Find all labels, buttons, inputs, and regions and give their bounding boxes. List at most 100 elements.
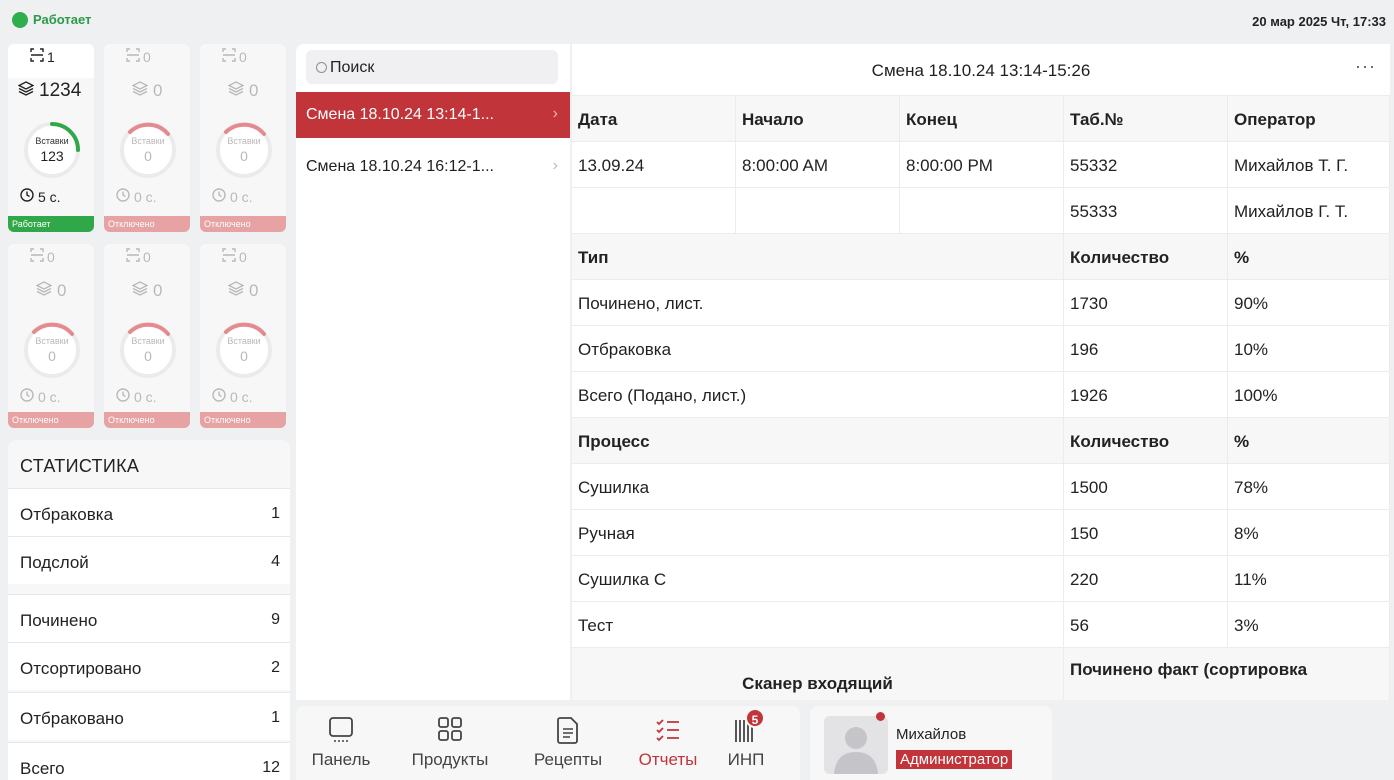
section-header: Тип xyxy=(572,234,1064,280)
shift-item[interactable]: Смена 18.10.24 16:12-1... › xyxy=(296,144,570,190)
stat-value: 1 xyxy=(271,505,280,522)
column-header: Оператор xyxy=(1228,96,1390,142)
scanner-icon xyxy=(222,48,236,65)
machine-state-badge: Отключено xyxy=(104,216,190,232)
gauge-value: 0 xyxy=(144,148,152,164)
table-cell: Михайлов Г. Т. xyxy=(1228,188,1390,234)
machine-tile[interactable]: 00 Вставки 0 0 с. Отключено xyxy=(8,244,94,428)
table-cell: Сушилка xyxy=(572,464,1064,510)
search-icon xyxy=(316,62,327,73)
machine-state-badge: Отключено xyxy=(200,216,286,232)
sheet-count-value: 1234 xyxy=(39,80,82,101)
run-time: 5 с. xyxy=(20,188,61,205)
run-time: 0 с. xyxy=(20,388,61,405)
status-indicator-icon xyxy=(12,12,28,28)
layers-icon xyxy=(17,80,35,102)
machine-tile[interactable]: 1 1234 Вставки 123 5 с. Работает xyxy=(8,44,94,232)
sheet-count: 0 xyxy=(227,280,258,301)
nav-label: Отчеты xyxy=(638,750,698,769)
nav-label: ИНП xyxy=(727,750,765,769)
machine-tile[interactable]: 00 Вставки 0 0 с. Отключено xyxy=(104,244,190,428)
table-cell: Отбраковка xyxy=(572,326,1064,372)
statistics-panel: СТАТИСТИКА Отбраковка 1 Подслой 4 Починено 9 О… xyxy=(8,440,290,780)
machine-tile[interactable]: 00 Вставки 0 0 с. Отключено xyxy=(200,244,286,428)
scanner-count: 1 xyxy=(30,48,55,65)
nav-item[interactable]: Рецепты xyxy=(520,716,616,780)
nav-item[interactable]: Продукты xyxy=(402,716,498,780)
panel-icon xyxy=(328,716,354,744)
barcode-icon: 5 xyxy=(733,708,765,744)
run-time-value: 0 с. xyxy=(230,188,253,205)
table-cell: 100% xyxy=(1228,372,1390,418)
report-header: Смена 18.10.24 13:14-15:26 ··· xyxy=(572,44,1390,96)
search-input[interactable]: Поиск xyxy=(306,50,558,84)
table-cell: 56 xyxy=(1064,602,1228,648)
scanner-icon xyxy=(126,48,140,65)
gauge-label: Вставки xyxy=(131,136,165,146)
table-cell: Михайлов Т. Г. xyxy=(1228,142,1390,188)
stat-label: Отсортировано xyxy=(20,659,142,678)
scanner-value: 0 xyxy=(47,248,55,265)
table-cell: Всего (Подано, лист.) xyxy=(572,372,1064,418)
table-cell: Ручная xyxy=(572,510,1064,556)
layers-icon xyxy=(131,80,149,101)
sheet-count-value: 0 xyxy=(153,280,163,300)
table-cell: 1926 xyxy=(1064,372,1228,418)
gauge-value: 0 xyxy=(240,348,248,364)
table-cell: 196 xyxy=(1064,326,1228,372)
table-cell xyxy=(572,188,736,234)
table-cell: 11% xyxy=(1228,556,1390,602)
scanner-value: 0 xyxy=(143,48,151,65)
scanner-value: 0 xyxy=(239,48,247,65)
table-cell: 55332 xyxy=(1064,142,1228,188)
table-cell: Сушилка С xyxy=(572,556,1064,602)
table-cell: 10% xyxy=(1228,326,1390,372)
machine-state-badge: Работает xyxy=(8,216,94,232)
stat-row: Всего 12 xyxy=(8,742,290,780)
nav-item[interactable]: 5 ИНП xyxy=(718,708,774,780)
layers-icon xyxy=(131,280,149,301)
scanner-value: 0 xyxy=(143,248,151,265)
status-text: Работает xyxy=(33,12,92,27)
machine-tile[interactable]: 00 Вставки 0 0 с. Отключено xyxy=(200,44,286,232)
sheet-count-value: 0 xyxy=(249,80,259,100)
scanner-icon xyxy=(126,248,140,265)
insert-gauge: Вставки 0 xyxy=(118,120,178,180)
stat-row: Отбраковано 1 xyxy=(8,692,290,740)
bottom-nav: Панель Продукты Рецепты Отчеты 5 ИНП xyxy=(296,706,800,780)
more-icon[interactable]: ··· xyxy=(1355,56,1376,77)
machine-tile[interactable]: 00 Вставки 0 0 с. Отключено xyxy=(104,44,190,232)
nav-item[interactable]: Панель xyxy=(306,716,376,780)
datetime: 20 мар 2025 Чт, 17:33 xyxy=(1252,14,1386,29)
scanner-count: 0 xyxy=(126,48,151,65)
table-cell: 8:00:00 PM xyxy=(900,142,1064,188)
table-cell xyxy=(900,188,1064,234)
insert-gauge: Вставки 0 xyxy=(214,120,274,180)
run-time-value: 0 с. xyxy=(230,388,253,405)
gauge-label: Вставки xyxy=(227,336,261,346)
run-time: 0 с. xyxy=(116,188,157,205)
checklist-icon xyxy=(655,716,681,744)
run-time-value: 5 с. xyxy=(38,188,61,205)
insert-gauge: Вставки 0 xyxy=(118,320,178,380)
sheet-count-value: 0 xyxy=(153,80,163,100)
column-header: Таб.№ xyxy=(1064,96,1228,142)
gauge-label: Вставки xyxy=(35,136,69,146)
nav-item[interactable]: Отчеты xyxy=(628,716,708,780)
scanner-count: 0 xyxy=(126,248,151,265)
stat-label: Починено xyxy=(20,611,98,630)
shift-item[interactable]: Смена 18.10.24 13:14-1... › xyxy=(296,92,570,138)
column-header: Начало xyxy=(736,96,900,142)
user-card[interactable]: Михайлов Администратор xyxy=(810,706,1052,780)
gauge-value: 0 xyxy=(144,348,152,364)
table-cell: 78% xyxy=(1228,464,1390,510)
notification-badge: 5 xyxy=(745,708,765,728)
stat-value: 2 xyxy=(271,659,280,676)
stat-value: 1 xyxy=(271,709,280,726)
machine-state-badge: Отключено xyxy=(8,412,94,428)
shift-label: Смена 18.10.24 16:12-1... xyxy=(306,158,494,175)
table-cell: 13.09.24 xyxy=(572,142,736,188)
table-cell: 3% xyxy=(1228,602,1390,648)
section-header: % xyxy=(1228,418,1390,464)
sheet-count: 0 xyxy=(131,280,163,301)
